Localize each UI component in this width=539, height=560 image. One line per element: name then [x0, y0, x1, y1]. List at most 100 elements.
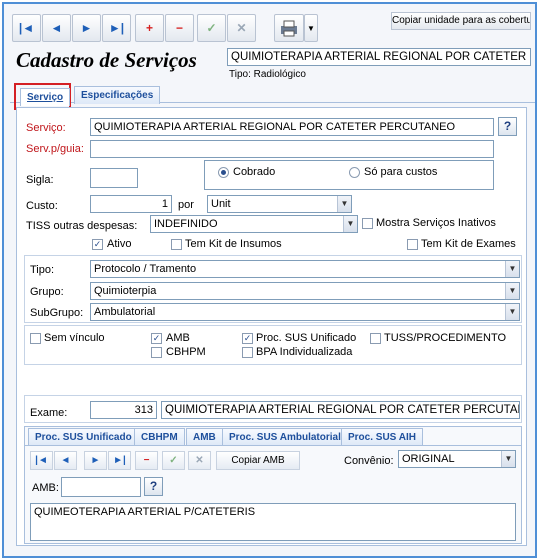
- subgrupo-label: SubGrupo:: [30, 307, 84, 319]
- amb-label: AMB: [166, 332, 190, 344]
- copy-coverage-button[interactable]: Copiar unidade para as coberturas: [391, 12, 531, 30]
- amb-prev-button[interactable]: ◄: [54, 451, 77, 470]
- sigla-field[interactable]: [90, 168, 138, 188]
- custo-field[interactable]: 1: [90, 195, 172, 213]
- tiss-select-value: INDEFINIDO: [154, 218, 218, 230]
- cancel-button[interactable]: ✕: [227, 14, 256, 42]
- exame-label: Exame:: [30, 407, 68, 419]
- cbhpm-checkbox[interactable]: [151, 347, 162, 358]
- serv-guia-field[interactable]: [90, 140, 494, 158]
- tuss-checkbox[interactable]: [370, 333, 381, 344]
- mostra-inativos-checkbox[interactable]: [362, 218, 373, 229]
- printer-icon: [281, 20, 297, 37]
- grupo-label: Grupo:: [30, 286, 64, 298]
- confirm-button[interactable]: ✓: [197, 14, 226, 42]
- exame-tab-proc-sus-unificado[interactable]: Proc. SUS Unificado: [28, 428, 139, 446]
- servico-field[interactable]: QUIMIOTERAPIA ARTERIAL REGIONAL POR CATE…: [90, 118, 494, 136]
- page-title: Cadastro de Serviços: [16, 48, 197, 72]
- amb-next-button[interactable]: ►: [84, 451, 107, 470]
- help-icon: ?: [149, 479, 158, 493]
- exame-tabs-line: [24, 445, 522, 446]
- amb-confirm-button[interactable]: ✓: [162, 451, 185, 470]
- kit-exames-label: Tem Kit de Exames: [421, 238, 516, 250]
- por-label: por: [178, 199, 194, 211]
- proc-sus-label: Proc. SUS Unificado: [256, 332, 357, 344]
- chevron-down-icon: ▼: [307, 23, 315, 33]
- ativo-checkbox[interactable]: ✓: [92, 239, 103, 250]
- custo-label: Custo:: [26, 200, 58, 212]
- amb-checkbox[interactable]: ✓: [151, 333, 162, 344]
- description-field[interactable]: QUIMEOTERAPIA ARTERIAL P/CATETERIS: [30, 503, 516, 541]
- chevron-down-icon: ▼: [337, 196, 351, 212]
- sigla-label: Sigla:: [26, 174, 54, 186]
- amb-cancel-button[interactable]: ✕: [188, 451, 211, 470]
- header-service-name: QUIMIOTERAPIA ARTERIAL REGIONAL POR CATE…: [227, 48, 531, 66]
- serv-guia-label: Serv.p/guia:: [26, 143, 84, 155]
- chevron-down-icon: ▼: [501, 451, 515, 467]
- tab-especificacoes[interactable]: Especificações: [74, 86, 161, 104]
- exame-tab-cbhpm[interactable]: CBHPM: [134, 428, 185, 446]
- radio-so-custos[interactable]: [349, 167, 360, 178]
- subgrupo-select[interactable]: Ambulatorial ▼: [90, 303, 520, 321]
- sem-vinculo-checkbox[interactable]: [30, 333, 41, 344]
- print-dropdown-button[interactable]: ▼: [304, 14, 318, 42]
- last-record-button[interactable]: ►|: [102, 14, 131, 42]
- chevron-down-icon: ▼: [505, 283, 519, 299]
- radio-so-custos-label: Só para custos: [364, 166, 438, 178]
- bpa-checkbox[interactable]: [242, 347, 253, 358]
- exame-tab-amb[interactable]: AMB: [186, 428, 223, 446]
- sem-vinculo-label: Sem vínculo: [44, 332, 105, 344]
- amb-help-button[interactable]: ?: [144, 477, 163, 496]
- tuss-label: TUSS/PROCEDIMENTO: [384, 332, 507, 344]
- cbhpm-label: CBHPM: [166, 346, 206, 358]
- amb-first-button[interactable]: |◄: [30, 451, 53, 470]
- tipo-select-value: Protocolo / Tramento: [94, 263, 197, 275]
- bpa-label: BPA Individualizada: [256, 346, 353, 358]
- chevron-down-icon: ▼: [505, 261, 519, 277]
- kit-exames-checkbox[interactable]: [407, 239, 418, 250]
- exame-code-field[interactable]: 313: [90, 401, 157, 419]
- first-record-button[interactable]: |◄: [12, 14, 41, 42]
- prev-record-button[interactable]: ◄: [42, 14, 71, 42]
- help-icon: ?: [503, 119, 512, 133]
- exame-tab-proc-sus-aih[interactable]: Proc. SUS AIH: [341, 428, 423, 446]
- tipo-label: Tipo:: [30, 264, 55, 276]
- tab-servico[interactable]: Serviço: [20, 88, 71, 106]
- convenio-select[interactable]: ORIGINAL ▼: [398, 450, 516, 468]
- add-record-button[interactable]: +: [135, 14, 164, 42]
- subgrupo-select-value: Ambulatorial: [94, 306, 156, 318]
- amb-field-label: AMB:: [32, 482, 59, 494]
- chevron-down-icon: ▼: [505, 304, 519, 320]
- tiss-label: TISS outras despesas:: [26, 220, 138, 232]
- window-frame: |◄ ◄ ► ►| + − ✓ ✕ ▼ Copiar unidade para as cobe…: [2, 2, 537, 558]
- convenio-select-value: ORIGINAL: [402, 453, 455, 465]
- header-type: Tipo: Radiológico: [229, 69, 306, 80]
- tiss-select[interactable]: INDEFINIDO ▼: [150, 215, 358, 233]
- exame-name-field[interactable]: QUIMIOTERAPIA ARTERIAL REGIONAL POR CATE…: [161, 401, 520, 419]
- amb-delete-button[interactable]: −: [135, 451, 158, 470]
- unit-select-value: Unit: [211, 198, 231, 210]
- convenio-label: Convênio:: [344, 455, 394, 467]
- grupo-select[interactable]: Quimioterpia ▼: [90, 282, 520, 300]
- radio-cobrado[interactable]: [218, 167, 229, 178]
- servico-label: Serviço:: [26, 122, 66, 134]
- proc-sus-checkbox[interactable]: ✓: [242, 333, 253, 344]
- exame-tab-proc-sus-ambulatorial[interactable]: Proc. SUS Ambulatorial: [222, 428, 348, 446]
- mostra-inativos-label: Mostra Serviços Inativos: [376, 217, 496, 229]
- grupo-select-value: Quimioterpia: [94, 285, 157, 297]
- kit-insumos-checkbox[interactable]: [171, 239, 182, 250]
- amb-last-button[interactable]: ►|: [108, 451, 131, 470]
- help-button[interactable]: ?: [498, 117, 517, 136]
- unit-select[interactable]: Unit ▼: [207, 195, 352, 213]
- kit-insumos-label: Tem Kit de Insumos: [185, 238, 282, 250]
- print-button[interactable]: [274, 14, 304, 42]
- tipo-select[interactable]: Protocolo / Tramento ▼: [90, 260, 520, 278]
- amb-field[interactable]: [61, 477, 141, 497]
- vinculo-group: [24, 325, 522, 365]
- ativo-label: Ativo: [107, 238, 132, 250]
- delete-record-button[interactable]: −: [165, 14, 194, 42]
- copiar-amb-button[interactable]: Copiar AMB: [216, 451, 300, 470]
- radio-cobrado-label: Cobrado: [233, 166, 276, 178]
- next-record-button[interactable]: ►: [72, 14, 101, 42]
- chevron-down-icon: ▼: [343, 216, 357, 232]
